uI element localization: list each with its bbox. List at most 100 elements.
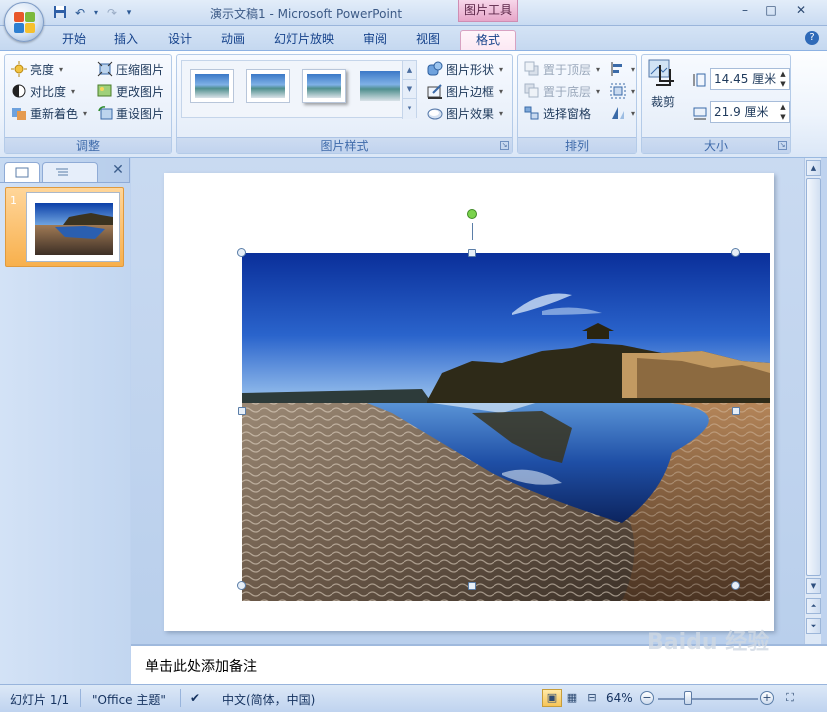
group-objects-button[interactable]: ▾ <box>610 81 635 101</box>
notes-placeholder[interactable]: 单击此处添加备注 <box>145 656 257 676</box>
spell-check-icon[interactable]: ✔ <box>190 691 200 705</box>
width-input[interactable]: 21.9 厘米 ▲ ▼ <box>710 101 790 123</box>
resize-handle-right[interactable] <box>732 407 740 415</box>
zoom-in-icon[interactable]: + <box>760 691 774 705</box>
picture-effects-button[interactable]: 图片效果 ▾ <box>427 103 503 123</box>
tab-outline[interactable] <box>42 162 98 182</box>
status-separator <box>80 689 81 707</box>
rotate-button[interactable]: ▾ <box>610 103 635 123</box>
contrast-button[interactable]: 对比度 ▾ <box>11 81 75 101</box>
scroll-thumb[interactable] <box>806 178 821 576</box>
resize-handle-left[interactable] <box>238 407 246 415</box>
picture-style-3[interactable] <box>302 69 346 103</box>
align-button[interactable]: ▾ <box>610 59 635 79</box>
slide-thumbnail-selected[interactable]: 1 <box>5 187 124 267</box>
slide-sorter-view-button[interactable]: ▦ <box>562 689 582 707</box>
tab-slide-show[interactable]: 幻灯片放映 <box>268 30 340 50</box>
reset-picture-button[interactable]: 重设图片 <box>97 103 164 123</box>
resize-handle-bottom[interactable] <box>468 582 476 590</box>
notes-pane[interactable]: 单击此处添加备注 Baidu 经验 <box>131 630 827 684</box>
selection-pane-label: 选择窗格 <box>543 106 592 121</box>
picture-style-4[interactable] <box>358 69 402 103</box>
group-objects-icon <box>610 83 626 99</box>
arrange-group-label: 排列 <box>518 137 636 153</box>
normal-view-button[interactable]: ▣ <box>542 689 562 707</box>
tab-review[interactable]: 审阅 <box>355 30 395 50</box>
align-icon <box>610 61 626 77</box>
minimize-button[interactable]: – <box>732 1 758 19</box>
status-bar: 幻灯片 1/1 "Office 主题" ✔ 中文(简体，中国) ▣ ▦ ⊟ 64… <box>0 684 827 712</box>
customize-qat-icon[interactable]: ▾ <box>124 5 134 21</box>
gallery-up-icon[interactable]: ▲ <box>403 61 416 80</box>
undo-dropdown-icon[interactable]: ▾ <box>92 5 100 21</box>
tab-animations[interactable]: 动画 <box>213 30 253 50</box>
tab-home[interactable]: 开始 <box>54 30 94 50</box>
picture-border-button[interactable]: 图片边框 ▾ <box>427 81 503 101</box>
zoom-out-icon[interactable]: − <box>640 691 654 705</box>
zoom-slider-knob[interactable] <box>684 691 692 705</box>
resize-handle-bottom-right[interactable] <box>731 581 740 590</box>
compress-label: 压缩图片 <box>116 62 165 77</box>
undo-icon[interactable]: ↶ <box>72 5 88 21</box>
gallery-more-icon[interactable]: ▾ <box>403 99 416 118</box>
picture-shape-button[interactable]: 图片形状 ▾ <box>427 59 503 79</box>
tab-design[interactable]: 设计 <box>160 30 200 50</box>
recolor-label: 重新着色 <box>30 106 79 121</box>
beach-photo[interactable] <box>242 253 770 601</box>
theme-name: "Office 主题" <box>92 693 166 707</box>
panel-close-icon[interactable]: ✕ <box>110 162 126 178</box>
recolor-button[interactable]: 重新着色 ▾ <box>11 103 87 123</box>
compress-pictures-button[interactable]: 压缩图片 <box>97 59 164 79</box>
zoom-slider[interactable] <box>658 698 758 700</box>
office-button[interactable] <box>4 2 44 42</box>
size-launcher-icon[interactable]: ↘ <box>778 141 787 150</box>
previous-slide-icon[interactable]: ⏶ <box>806 598 821 614</box>
brightness-button[interactable]: 亮度 ▾ <box>11 59 63 79</box>
slides-panel: ✕ 1 <box>0 158 130 684</box>
group-size: 裁剪 14.45 厘米 ▲ ▼ 21.9 厘米 ▲ ▼ 大小 ↘ <box>641 54 791 154</box>
redo-icon[interactable]: ↷ <box>104 5 120 21</box>
zoom-level[interactable]: 64% <box>606 691 633 705</box>
fit-to-window-icon[interactable]: ⛶ <box>780 689 800 707</box>
picture-styles-launcher-icon[interactable]: ↘ <box>500 141 509 150</box>
maximize-button[interactable]: □ <box>758 1 784 19</box>
tab-format[interactable]: 格式 <box>460 30 516 50</box>
picture-style-2[interactable] <box>246 69 290 103</box>
gallery-down-icon[interactable]: ▼ <box>403 80 416 99</box>
bring-to-front-label: 置于顶层 <box>543 62 592 77</box>
resize-handle-top[interactable] <box>468 249 476 257</box>
change-picture-button[interactable]: 更改图片 <box>97 81 164 101</box>
tab-insert[interactable]: 插入 <box>106 30 146 50</box>
resize-handle-bottom-left[interactable] <box>237 581 246 590</box>
next-slide-icon[interactable]: ⏷ <box>806 618 821 634</box>
rotation-handle[interactable] <box>467 209 477 219</box>
picture-tools-context-label: 图片工具 <box>458 0 518 22</box>
send-to-back-button[interactable]: 置于底层 ▾ <box>524 81 600 101</box>
scroll-down-icon[interactable]: ▼ <box>806 578 821 594</box>
tab-view[interactable]: 视图 <box>408 30 448 50</box>
selection-pane-icon <box>524 105 540 121</box>
bring-to-front-button[interactable]: 置于顶层 ▾ <box>524 59 600 79</box>
height-spinner-icon[interactable]: ▲ ▼ <box>777 69 789 89</box>
resize-handle-top-left[interactable] <box>237 248 246 257</box>
slide-thumbnail[interactable] <box>26 192 120 262</box>
scroll-up-icon[interactable]: ▲ <box>806 160 821 176</box>
help-icon[interactable]: ? <box>805 31 819 45</box>
slide-show-view-button[interactable]: ⊟ <box>582 689 602 707</box>
adjust-group-label: 调整 <box>5 137 171 153</box>
crop-button[interactable]: 裁剪 <box>648 59 678 115</box>
save-icon[interactable] <box>52 5 68 21</box>
width-spinner-icon[interactable]: ▲ ▼ <box>777 102 789 122</box>
selection-pane-button[interactable]: 选择窗格 <box>524 103 591 123</box>
picture-shape-label: 图片形状 <box>446 62 495 77</box>
resize-handle-top-right[interactable] <box>731 248 740 257</box>
ribbon-tabs: 开始 插入 设计 动画 幻灯片放映 审阅 视图 格式 ? <box>0 26 827 50</box>
tab-slides[interactable] <box>4 162 40 182</box>
close-button[interactable]: ✕ <box>788 1 814 19</box>
slide-canvas[interactable] <box>164 173 774 631</box>
slide-thumbnail-image <box>35 203 113 255</box>
height-input[interactable]: 14.45 厘米 ▲ ▼ <box>710 68 790 90</box>
picture-style-1[interactable] <box>190 69 234 103</box>
gallery-scroll[interactable]: ▲ ▼ ▾ <box>402 61 416 119</box>
vertical-scrollbar[interactable]: ▲ ▼ ⏶ ⏷ <box>804 158 821 644</box>
